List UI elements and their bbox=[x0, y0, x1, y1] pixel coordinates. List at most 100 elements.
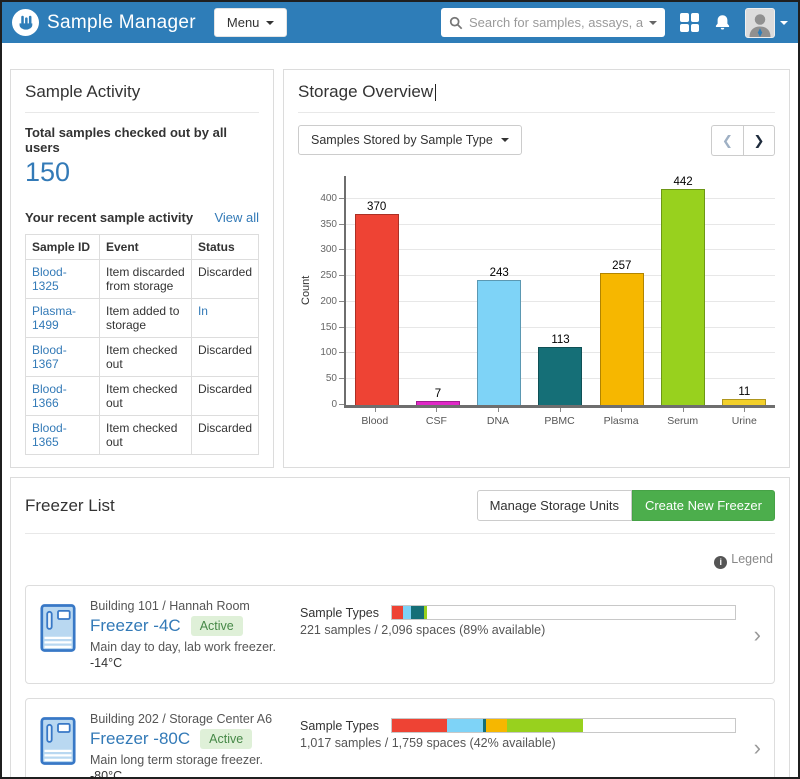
chart-type-dropdown-label: Samples Stored by Sample Type bbox=[311, 133, 493, 147]
status-cell: In bbox=[198, 304, 208, 318]
bar-plasma[interactable] bbox=[600, 273, 644, 405]
card-chevron-icon[interactable]: › bbox=[754, 737, 761, 759]
status-cell: Discarded bbox=[198, 265, 252, 279]
column-header-sample-id: Sample ID bbox=[26, 235, 100, 260]
main-content: Sample Activity Total samples checked ou… bbox=[2, 43, 798, 777]
freezer-location-breadcrumb: Building 202 / Storage Center A6 bbox=[90, 712, 300, 726]
card-chevron-icon[interactable]: › bbox=[754, 624, 761, 646]
storage-overview-panel: Storage Overview Samples Stored by Sampl… bbox=[283, 69, 790, 468]
bar-value-label: 257 bbox=[612, 260, 631, 272]
sample-id-link[interactable]: Blood-1366 bbox=[32, 382, 67, 410]
y-tick-label: 300 bbox=[320, 244, 337, 255]
apps-grid-icon[interactable] bbox=[680, 13, 699, 32]
bar-csf[interactable] bbox=[416, 401, 460, 405]
x-tick-label: Urine bbox=[713, 408, 775, 427]
sample-id-link[interactable]: Plasma-1499 bbox=[32, 304, 76, 332]
freezer-card[interactable]: Building 202 / Storage Center A6 Freezer… bbox=[25, 698, 775, 777]
legend-toggle[interactable]: i Legend bbox=[25, 544, 775, 571]
freezer-list-title: Freezer List bbox=[25, 496, 115, 516]
chevron-down-icon bbox=[501, 138, 509, 142]
x-tick-mark bbox=[683, 408, 684, 412]
status-cell: Discarded bbox=[198, 382, 252, 396]
bar-slot-pbmc: 113 bbox=[530, 176, 591, 405]
x-tick-label: DNA bbox=[467, 408, 529, 427]
bar-value-label: 113 bbox=[551, 334, 569, 346]
search-input[interactable] bbox=[469, 15, 643, 30]
bar-value-label: 243 bbox=[490, 267, 509, 279]
chart-type-dropdown[interactable]: Samples Stored by Sample Type bbox=[298, 125, 522, 155]
sample-id-link[interactable]: Blood-1325 bbox=[32, 265, 67, 293]
manage-storage-units-button[interactable]: Manage Storage Units bbox=[477, 490, 632, 521]
brand[interactable]: Sample Manager bbox=[12, 9, 196, 36]
create-new-freezer-button[interactable]: Create New Freezer bbox=[632, 490, 775, 521]
notifications-bell-icon[interactable] bbox=[714, 14, 731, 31]
sample-id-link[interactable]: Blood-1367 bbox=[32, 343, 67, 371]
next-chart-button[interactable]: ❯ bbox=[743, 125, 775, 156]
x-tick-mark bbox=[744, 408, 745, 412]
freezer-location-breadcrumb: Building 101 / Hannah Room bbox=[90, 599, 300, 613]
sample-id-link[interactable]: Blood-1365 bbox=[32, 421, 67, 449]
bar-pbmc[interactable] bbox=[538, 347, 582, 405]
x-axis: BloodCSFDNAPBMCPlasmaSerumUrine bbox=[344, 408, 775, 427]
bar-dna[interactable] bbox=[477, 280, 521, 405]
info-icon: i bbox=[714, 556, 727, 569]
x-tick-mark bbox=[375, 408, 376, 412]
y-tick-label: 350 bbox=[320, 219, 337, 230]
y-tick-label: 200 bbox=[320, 296, 337, 307]
bar-urine[interactable] bbox=[722, 399, 766, 405]
event-cell: Item checked out bbox=[100, 338, 192, 377]
x-tick-label: Plasma bbox=[590, 408, 652, 427]
brand-title: Sample Manager bbox=[47, 12, 196, 34]
sample-types-bar bbox=[391, 605, 736, 620]
sample-types-label: Sample Types bbox=[300, 606, 379, 620]
user-avatar[interactable] bbox=[745, 8, 775, 38]
sample-type-segment bbox=[424, 606, 428, 619]
bar-slot-serum: 442 bbox=[652, 176, 713, 405]
app-window: Sample Manager Menu bbox=[0, 0, 800, 779]
bar-slot-urine: 11 bbox=[714, 176, 775, 405]
capacity-text: 221 samples / 2,096 spaces (89% availabl… bbox=[300, 623, 736, 637]
status-badge: Active bbox=[191, 616, 243, 636]
menu-button[interactable]: Menu bbox=[214, 8, 288, 37]
freezer-name-link[interactable]: Freezer -80C bbox=[90, 729, 190, 749]
table-row: Blood-1367 Item checked out Discarded bbox=[26, 338, 259, 377]
recent-activity-table: Sample ID Event Status Blood-1325Item di… bbox=[25, 234, 259, 455]
freezer-icon bbox=[40, 712, 78, 777]
status-cell: Discarded bbox=[198, 343, 252, 357]
freezer-icon bbox=[40, 599, 78, 670]
y-tick-label: 150 bbox=[320, 322, 337, 333]
freezer-card[interactable]: Building 101 / Hannah Room Freezer -4C A… bbox=[25, 585, 775, 684]
sample-activity-title: Sample Activity bbox=[25, 82, 259, 113]
y-tick-label: 400 bbox=[320, 193, 337, 204]
sample-type-segment bbox=[411, 606, 423, 619]
bar-blood[interactable] bbox=[355, 214, 399, 405]
table-row: Plasma-1499Item added to storageIn bbox=[26, 299, 259, 338]
prev-chart-button[interactable]: ❮ bbox=[711, 125, 743, 156]
top-navbar: Sample Manager Menu bbox=[2, 2, 798, 43]
search-box[interactable] bbox=[441, 8, 665, 37]
freezer-description: Main long term storage freezer. bbox=[90, 753, 300, 767]
search-icon bbox=[449, 16, 463, 30]
table-header-row: Sample ID Event Status bbox=[26, 235, 259, 260]
bar-slot-dna: 243 bbox=[469, 176, 530, 405]
bar-slot-csf: 7 bbox=[407, 176, 468, 405]
view-all-link[interactable]: View all bbox=[214, 210, 259, 225]
table-row: Blood-1365Item checked outDiscarded bbox=[26, 416, 259, 455]
freezer-temperature: -14°C bbox=[90, 656, 300, 670]
capacity-text: 1,017 samples / 1,759 spaces (42% availa… bbox=[300, 736, 736, 750]
bar-value-label: 442 bbox=[673, 176, 692, 188]
event-cell: Item checked out bbox=[100, 377, 192, 416]
event-cell: Item checked out bbox=[100, 416, 192, 455]
y-axis: 050100150200250300350400 bbox=[314, 176, 344, 405]
sample-types-bar bbox=[391, 718, 736, 733]
menu-button-label: Menu bbox=[227, 15, 260, 30]
legend-label: Legend bbox=[731, 552, 773, 566]
sample-activity-panel: Sample Activity Total samples checked ou… bbox=[10, 69, 274, 468]
sample-type-segment bbox=[447, 719, 482, 732]
user-menu-caret-icon[interactable] bbox=[780, 21, 788, 25]
bar-serum[interactable] bbox=[661, 189, 705, 405]
column-header-status: Status bbox=[191, 235, 258, 260]
search-dropdown-caret-icon[interactable] bbox=[649, 21, 657, 25]
freezer-name-link[interactable]: Freezer -4C bbox=[90, 616, 181, 636]
x-tick-mark bbox=[621, 408, 622, 412]
